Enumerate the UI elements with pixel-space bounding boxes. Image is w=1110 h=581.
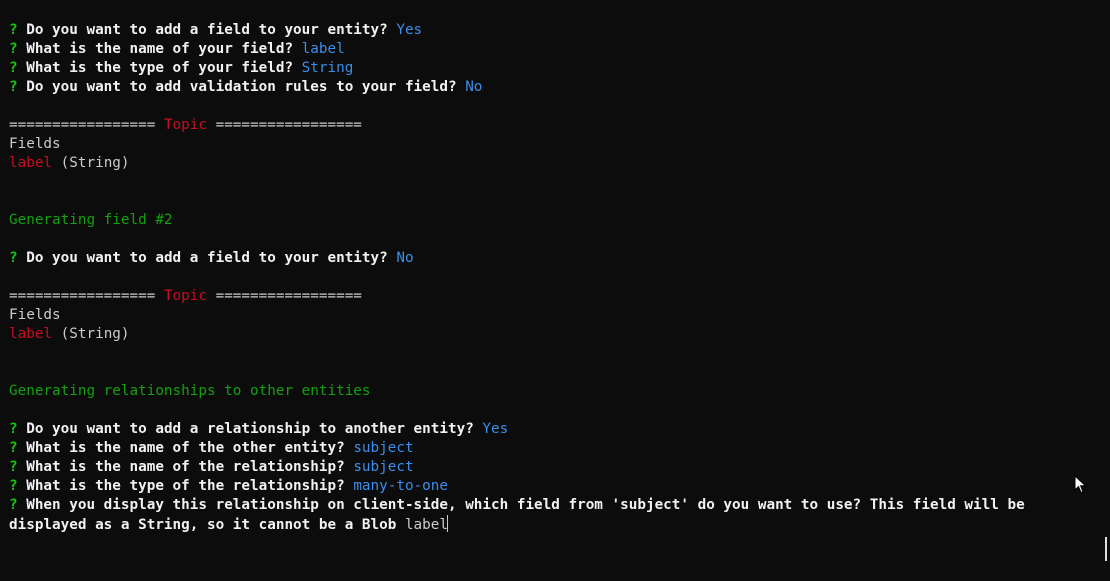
question-mark: ? — [9, 60, 18, 76]
terminal-line: ? What is the name of your field? label — [9, 40, 1110, 59]
question-mark: ? — [9, 497, 18, 513]
entity-separator: ================= Topic ================… — [9, 287, 1110, 306]
section-heading: Generating field #2 — [9, 212, 173, 228]
question-mark: ? — [9, 79, 18, 95]
question-mark: ? — [9, 440, 18, 456]
answer-text: label — [301, 41, 345, 57]
answer-text: subject — [353, 440, 414, 456]
answer-text: Yes — [396, 22, 423, 38]
field-type: (String) — [52, 155, 130, 171]
prompt-text: What is the name of your field? — [26, 41, 294, 57]
separator-rule: ================= — [9, 288, 164, 304]
entity-name: Topic — [163, 288, 207, 304]
prompt-text: What is the name of the relationship? — [26, 459, 345, 475]
separator-rule: ================= — [9, 117, 164, 133]
terminal-line: ? What is the name of the relationship? … — [9, 458, 1110, 477]
answer-text: Yes — [482, 421, 509, 437]
answer-text: No — [396, 250, 414, 266]
question-mark: ? — [9, 459, 18, 475]
terminal-window[interactable]: ? Do you want to add a field to your ent… — [0, 0, 1110, 581]
question-mark: ? — [9, 22, 18, 38]
text-cursor — [447, 515, 448, 532]
separator-rule: ================= — [206, 117, 362, 133]
prompt-text: displayed as a String, so it cannot be a… — [9, 517, 397, 533]
entity-name: Topic — [163, 117, 207, 133]
terminal-line: ? What is the type of the relationship? … — [9, 477, 1110, 496]
separator-rule: ================= — [206, 288, 362, 304]
prompt-text: What is the type of the relationship? — [26, 478, 345, 494]
answer-text: many-to-one — [353, 478, 448, 494]
mouse-pointer-icon — [1074, 475, 1087, 494]
scrollbar-thumb[interactable] — [1105, 537, 1107, 561]
prompt-text: When you display this relationship on cl… — [26, 497, 1025, 513]
terminal-line: ? Do you want to add validation rules to… — [9, 78, 1110, 97]
entity-separator: ================= Topic ================… — [9, 116, 1110, 135]
terminal-line: ? When you display this relationship on … — [9, 496, 1110, 515]
question-mark: ? — [9, 41, 18, 57]
field-entry: label (String) — [9, 154, 1110, 173]
prompt-text: Do you want to add a relationship to ano… — [26, 421, 474, 437]
terminal-line: ? What is the type of your field? String — [9, 59, 1110, 78]
answer-text: No — [465, 79, 483, 95]
field-type: (String) — [52, 326, 130, 342]
answer-text: subject — [353, 459, 414, 475]
prompt-text: What is the name of the other entity? — [26, 440, 345, 456]
typed-input[interactable]: label — [405, 517, 448, 533]
prompt-text: Do you want to add validation rules to y… — [26, 79, 457, 95]
prompt-text: Do you want to add a field to your entit… — [26, 250, 388, 266]
terminal-line: ? Do you want to add a field to your ent… — [9, 249, 1110, 268]
field-entry: label (String) — [9, 325, 1110, 344]
terminal-line: ? Do you want to add a field to your ent… — [9, 21, 1110, 40]
fields-heading: Fields — [9, 307, 61, 323]
terminal-line: ? What is the name of the other entity? … — [9, 439, 1110, 458]
answer-text: String — [301, 60, 354, 76]
prompt-text: Do you want to add a field to your entit… — [26, 22, 388, 38]
field-name: label — [9, 326, 53, 342]
fields-heading: Fields — [9, 136, 61, 152]
terminal-line: ? Do you want to add a relationship to a… — [9, 420, 1110, 439]
prompt-text: What is the type of your field? — [26, 60, 294, 76]
question-mark: ? — [9, 478, 18, 494]
terminal-input-line[interactable]: displayed as a String, so it cannot be a… — [9, 515, 1110, 534]
section-heading: Generating relationships to other entiti… — [9, 383, 371, 399]
question-mark: ? — [9, 421, 18, 437]
field-name: label — [9, 155, 53, 171]
question-mark: ? — [9, 250, 18, 266]
